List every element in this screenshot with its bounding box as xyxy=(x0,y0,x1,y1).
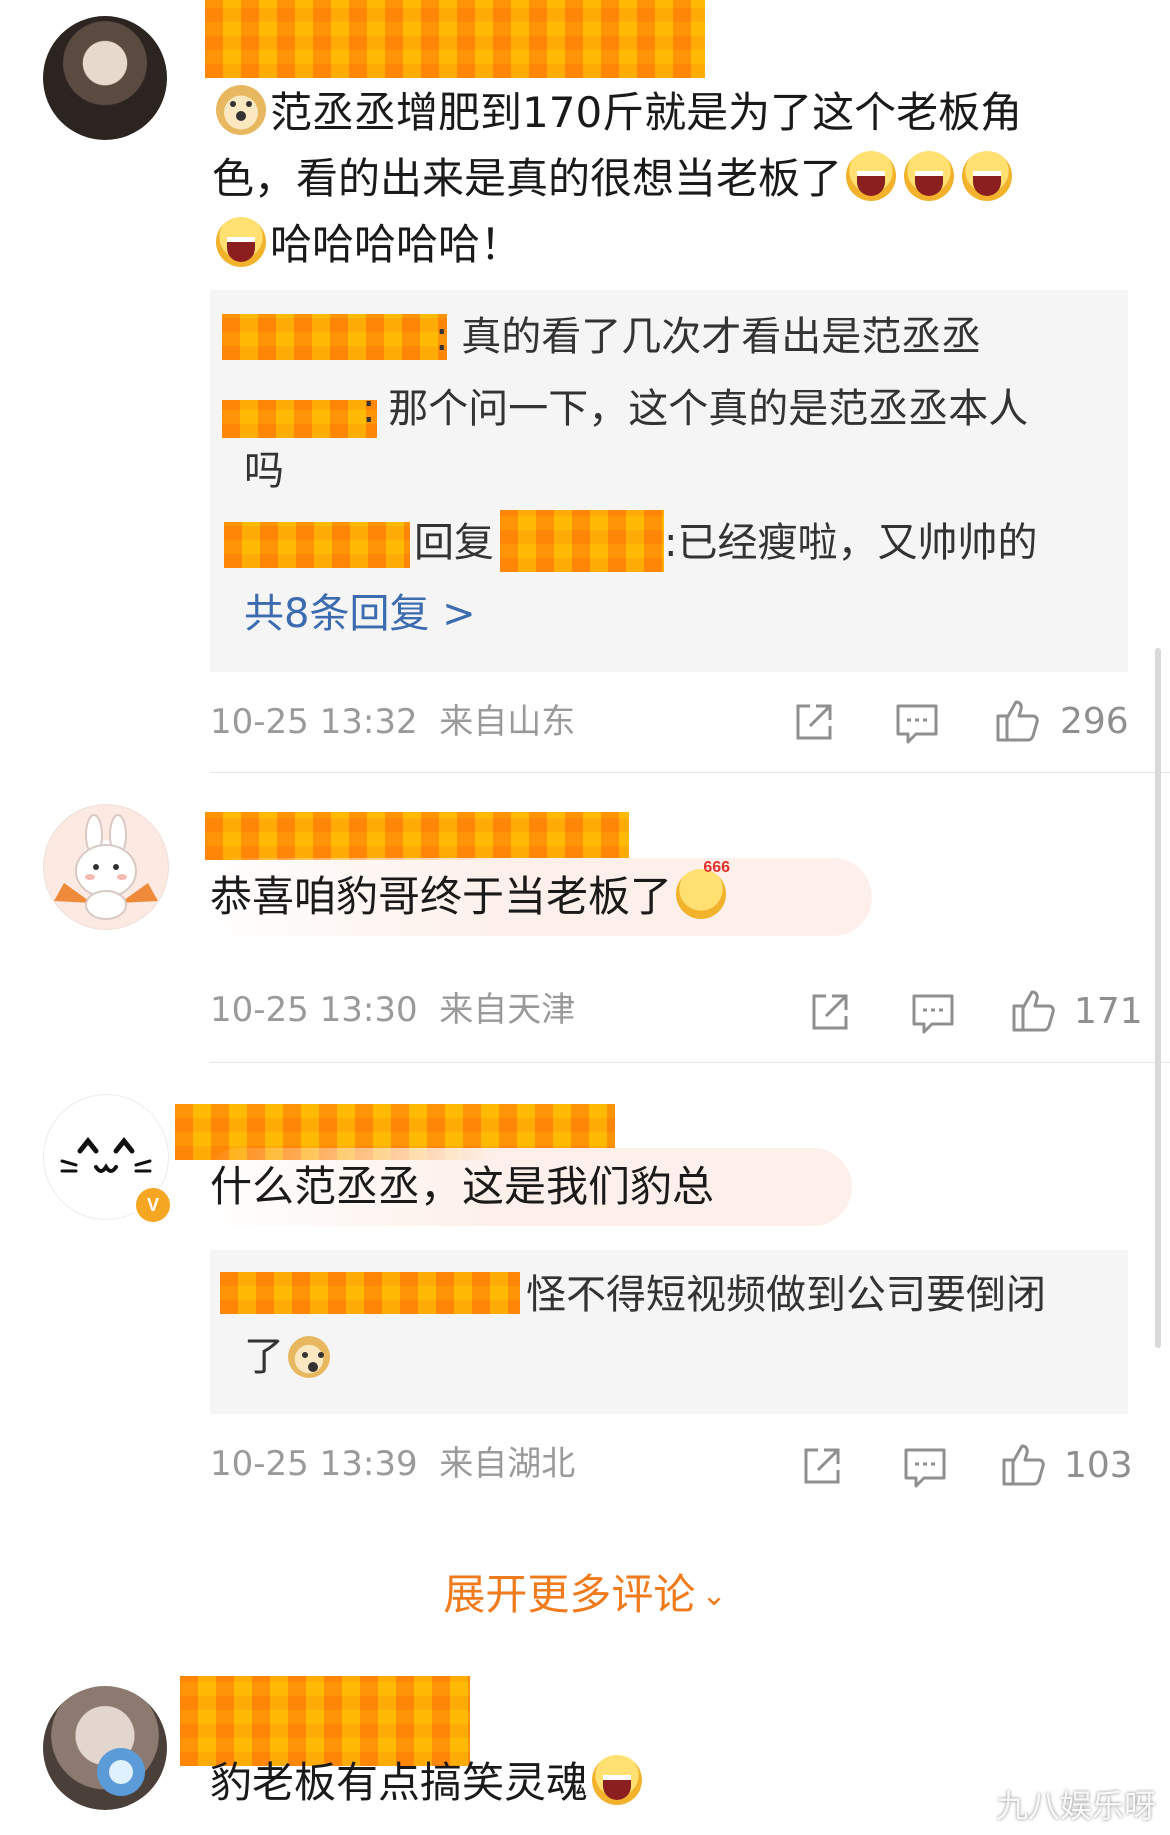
laugh-emoji-icon xyxy=(962,151,1013,201)
redacted-username[interactable] xyxy=(222,314,447,360)
redacted-username[interactable] xyxy=(222,400,377,438)
doge-emoji-icon xyxy=(288,1336,330,1378)
redacted-username[interactable] xyxy=(500,510,664,572)
redacted-username[interactable] xyxy=(220,1272,520,1314)
redacted-username[interactable] xyxy=(224,522,410,568)
comment-meta: 10-25 13:30 来自天津 xyxy=(210,990,576,1030)
comment-icon[interactable] xyxy=(902,1446,948,1490)
like-count: 103 xyxy=(1064,1445,1133,1486)
comment-icon[interactable] xyxy=(910,992,956,1036)
verified-badge-icon: V xyxy=(133,1185,173,1225)
laugh-emoji-icon xyxy=(592,1755,643,1805)
chevron-down-icon: ⌄ xyxy=(701,1578,727,1613)
comment-text: 范丞丞增肥到170斤就是为了这个老板角 色，看的出来是真的很想当老板了 哈哈哈哈… xyxy=(212,80,1132,278)
reply-text: 怪不得短视频做到公司要倒闭 xyxy=(526,1272,1046,1318)
666-emoji-icon xyxy=(676,859,730,919)
laugh-emoji-icon xyxy=(216,217,266,267)
share-icon[interactable] xyxy=(792,700,836,744)
pacifier-avatar-icon xyxy=(97,1748,145,1796)
watermark: 九八娱乐呀 xyxy=(995,1787,1156,1825)
thumbs-up-icon[interactable] xyxy=(994,696,1042,744)
reply-preview-box[interactable]: : 真的看了几次才看出是范丞丞 : 那个问一下，这个真的是范丞丞本人 吗 回复 … xyxy=(210,290,1128,672)
comment-text: 什么范丞丞，这是我们豹总 xyxy=(210,1162,715,1211)
comment-meta: 10-25 13:32 来自山东 xyxy=(210,702,576,742)
expand-more-comments-button[interactable]: 展开更多评论 ⌄ xyxy=(0,1565,1170,1626)
more-replies-link[interactable]: 共8条回复 > xyxy=(244,583,476,645)
comment-icon[interactable] xyxy=(894,702,940,746)
avatar[interactable] xyxy=(43,1686,167,1810)
laugh-emoji-icon xyxy=(904,151,955,201)
reply-text-continued: 吗 xyxy=(244,448,284,494)
divider xyxy=(210,1062,1170,1063)
reply-text: 回复 xyxy=(414,520,494,566)
like-count: 296 xyxy=(1060,701,1129,742)
reply-text-continued: 了 xyxy=(244,1326,334,1388)
comment-meta: 10-25 13:39 来自湖北 xyxy=(210,1444,576,1484)
share-icon[interactable] xyxy=(800,1444,844,1488)
redacted-username[interactable] xyxy=(205,0,705,78)
reply-text: : 那个问一下，这个真的是范丞丞本人 xyxy=(362,386,1029,432)
laugh-emoji-icon xyxy=(846,151,897,201)
avatar[interactable] xyxy=(43,16,167,140)
redacted-username[interactable] xyxy=(205,812,629,860)
doge-emoji-icon xyxy=(216,85,266,135)
thumbs-up-icon[interactable] xyxy=(1010,986,1058,1034)
share-icon[interactable] xyxy=(808,990,852,1034)
avatar[interactable] xyxy=(43,804,169,930)
reply-text: : 真的看了几次才看出是范丞丞 xyxy=(435,314,982,360)
reply-text: :已经瘦啦，又帅帅的 xyxy=(664,520,1038,566)
scrollbar[interactable] xyxy=(1155,648,1161,1348)
thumbs-up-icon[interactable] xyxy=(1000,1440,1048,1488)
divider xyxy=(210,772,1170,773)
comment-text: 豹老板有点搞笑灵魂 xyxy=(210,1750,646,1816)
reply-preview-box[interactable]: 怪不得短视频做到公司要倒闭 了 xyxy=(210,1250,1128,1414)
like-count: 171 xyxy=(1074,991,1143,1032)
comment-text: 恭喜咱豹哥终于当老板了 xyxy=(210,859,730,930)
bunny-avatar-icon xyxy=(54,814,158,920)
